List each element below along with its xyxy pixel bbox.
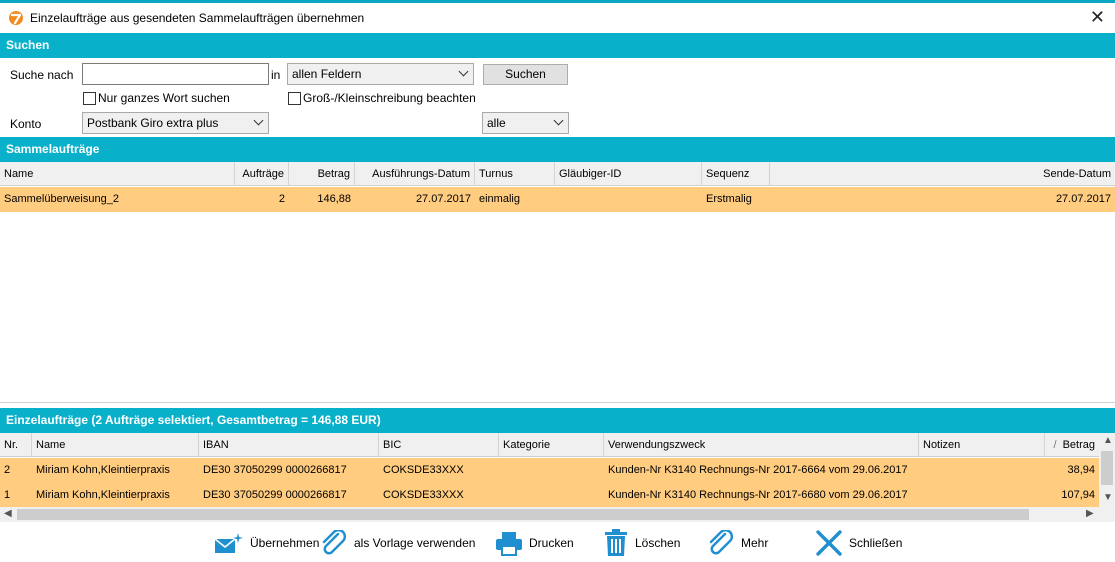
app-logo-icon xyxy=(9,11,23,25)
batch-creditor-id xyxy=(555,187,702,212)
batch-section-header: Sammelaufträge xyxy=(0,137,1115,162)
search-field-value: allen Feldern xyxy=(292,67,362,81)
use-as-template-label: als Vorlage verwenden xyxy=(354,536,476,550)
table-row[interactable]: 1 Miriam Kohn,Kleintierpraxis DE30 37050… xyxy=(0,483,1099,508)
search-in-label: in xyxy=(271,68,281,82)
case-sensitive-checkbox[interactable] xyxy=(288,92,301,105)
printer-icon xyxy=(496,532,522,556)
col-amount-label: Betrag xyxy=(1062,439,1095,451)
close-x-icon xyxy=(816,530,842,556)
order-name: Miriam Kohn,Kleintierpraxis xyxy=(36,489,170,501)
account-value: Postbank Giro extra plus xyxy=(87,116,219,130)
order-iban: DE30 37050299 0000266817 xyxy=(203,489,347,501)
order-nr: 1 xyxy=(4,489,11,501)
order-amount: 107,94 xyxy=(1061,489,1095,501)
order-notes xyxy=(919,458,1045,483)
delete-button[interactable]: Löschen xyxy=(603,528,680,558)
col-amount[interactable]: / Betrag xyxy=(1045,433,1099,457)
batch-turnus: einmalig xyxy=(479,193,520,205)
vertical-scrollbar[interactable]: ▲ ▼ xyxy=(1099,433,1115,507)
order-name: Miriam Kohn,Kleintierpraxis xyxy=(36,464,170,476)
col-name[interactable]: Name xyxy=(32,433,199,457)
batch-count: 2 xyxy=(278,193,285,205)
chevron-down-icon xyxy=(553,115,564,126)
order-category xyxy=(499,458,604,483)
filter-select[interactable]: alle xyxy=(482,112,569,134)
scroll-thumb[interactable] xyxy=(17,509,1029,520)
col-purpose[interactable]: Verwendungszweck xyxy=(604,433,919,457)
scroll-right-icon[interactable]: ▶ xyxy=(1086,507,1094,521)
paperclip-icon xyxy=(709,530,733,555)
col-sequence[interactable]: Sequenz xyxy=(702,162,770,186)
col-count[interactable]: Aufträge xyxy=(235,162,289,186)
order-amount: 38,94 xyxy=(1067,464,1095,476)
order-purpose: Kunden-Nr K3140 Rechnungs-Nr 2017-6680 v… xyxy=(608,489,908,501)
batch-table-header: Name Aufträge Betrag Ausführungs-Datum T… xyxy=(0,162,1115,186)
col-category[interactable]: Kategorie xyxy=(499,433,604,457)
print-label: Drucken xyxy=(529,536,574,550)
paperclip-icon xyxy=(322,530,346,555)
scroll-left-icon[interactable]: ◀ xyxy=(4,507,12,521)
close-label: Schließen xyxy=(849,536,903,550)
single-section-header: Einzelaufträge (2 Aufträge selektiert, G… xyxy=(0,408,1115,433)
order-bic: COKSDE33XXX xyxy=(383,464,464,476)
search-input[interactable] xyxy=(82,63,269,85)
search-section-header: Suchen xyxy=(0,33,1115,58)
account-select[interactable]: Postbank Giro extra plus xyxy=(82,112,269,134)
col-name[interactable]: Name xyxy=(0,162,235,186)
order-notes xyxy=(919,483,1045,508)
horizontal-scrollbar[interactable]: ◀ ▶ xyxy=(0,507,1115,522)
sort-indicator-icon: / xyxy=(1053,439,1057,451)
batch-exec-date: 27.07.2017 xyxy=(415,193,471,205)
col-turnus[interactable]: Turnus xyxy=(475,162,555,186)
col-exec-date[interactable]: Ausführungs-Datum xyxy=(355,162,475,186)
col-iban[interactable]: IBAN xyxy=(199,433,379,457)
batch-name: Sammelüberweisung_2 xyxy=(4,193,119,205)
delete-label: Löschen xyxy=(635,536,681,550)
scroll-up-icon[interactable]: ▲ xyxy=(1103,434,1113,448)
order-category xyxy=(499,483,604,508)
col-creditor-id[interactable]: Gläubiger-ID xyxy=(555,162,702,186)
whole-word-checkbox[interactable] xyxy=(83,92,96,105)
use-as-template-button[interactable]: als Vorlage verwenden xyxy=(320,528,475,558)
close-button[interactable]: Schließen xyxy=(815,528,902,558)
batch-sequence: Erstmalig xyxy=(706,193,752,205)
search-button[interactable]: Suchen xyxy=(483,64,568,85)
accept-label: Übernehmen xyxy=(250,536,320,550)
accept-button[interactable]: Übernehmen xyxy=(214,528,319,558)
close-window-button[interactable]: ✕ xyxy=(1090,7,1105,27)
window-title: Einzelaufträge aus gesendeten Sammelauft… xyxy=(30,11,365,25)
table-row[interactable]: 2 Miriam Kohn,Kleintierpraxis DE30 37050… xyxy=(0,458,1099,483)
order-nr: 2 xyxy=(4,464,11,476)
scroll-down-icon[interactable]: ▼ xyxy=(1103,491,1113,505)
account-label: Konto xyxy=(10,117,42,131)
title-bar: Einzelaufträge aus gesendeten Sammelauft… xyxy=(0,3,1115,33)
order-bic: COKSDE33XXX xyxy=(383,489,464,501)
col-notes[interactable]: Notizen xyxy=(919,433,1045,457)
splitter[interactable] xyxy=(0,402,1115,403)
batch-send-date: 27.07.2017 xyxy=(1055,193,1111,205)
mail-spark-icon xyxy=(214,533,243,553)
print-button[interactable]: Drucken xyxy=(495,528,574,558)
table-row[interactable]: Sammelüberweisung_2 2 146,88 27.07.2017 … xyxy=(0,187,1115,212)
search-field-select[interactable]: allen Feldern xyxy=(287,63,474,85)
single-table-header: Nr. Name IBAN BIC Kategorie Verwendungsz… xyxy=(0,433,1099,457)
more-label: Mehr xyxy=(741,536,769,550)
batch-amount: 146,88 xyxy=(317,193,351,205)
col-amount[interactable]: Betrag xyxy=(289,162,355,186)
scroll-thumb[interactable] xyxy=(1101,451,1113,485)
case-sensitive-label: Groß-/Kleinschreibung beachten xyxy=(303,91,476,105)
filter-value: alle xyxy=(487,116,506,130)
trash-icon xyxy=(605,529,627,556)
more-button[interactable]: Mehr xyxy=(707,528,768,558)
chevron-down-icon xyxy=(458,66,469,77)
order-iban: DE30 37050299 0000266817 xyxy=(203,464,347,476)
col-bic[interactable]: BIC xyxy=(379,433,499,457)
order-purpose: Kunden-Nr K3140 Rechnungs-Nr 2017-6664 v… xyxy=(608,464,908,476)
col-send-date[interactable]: Sende-Datum xyxy=(770,162,1115,186)
whole-word-label: Nur ganzes Wort suchen xyxy=(98,91,230,105)
col-nr[interactable]: Nr. xyxy=(0,433,32,457)
chevron-down-icon xyxy=(253,115,264,126)
search-label: Suche nach xyxy=(10,68,74,82)
